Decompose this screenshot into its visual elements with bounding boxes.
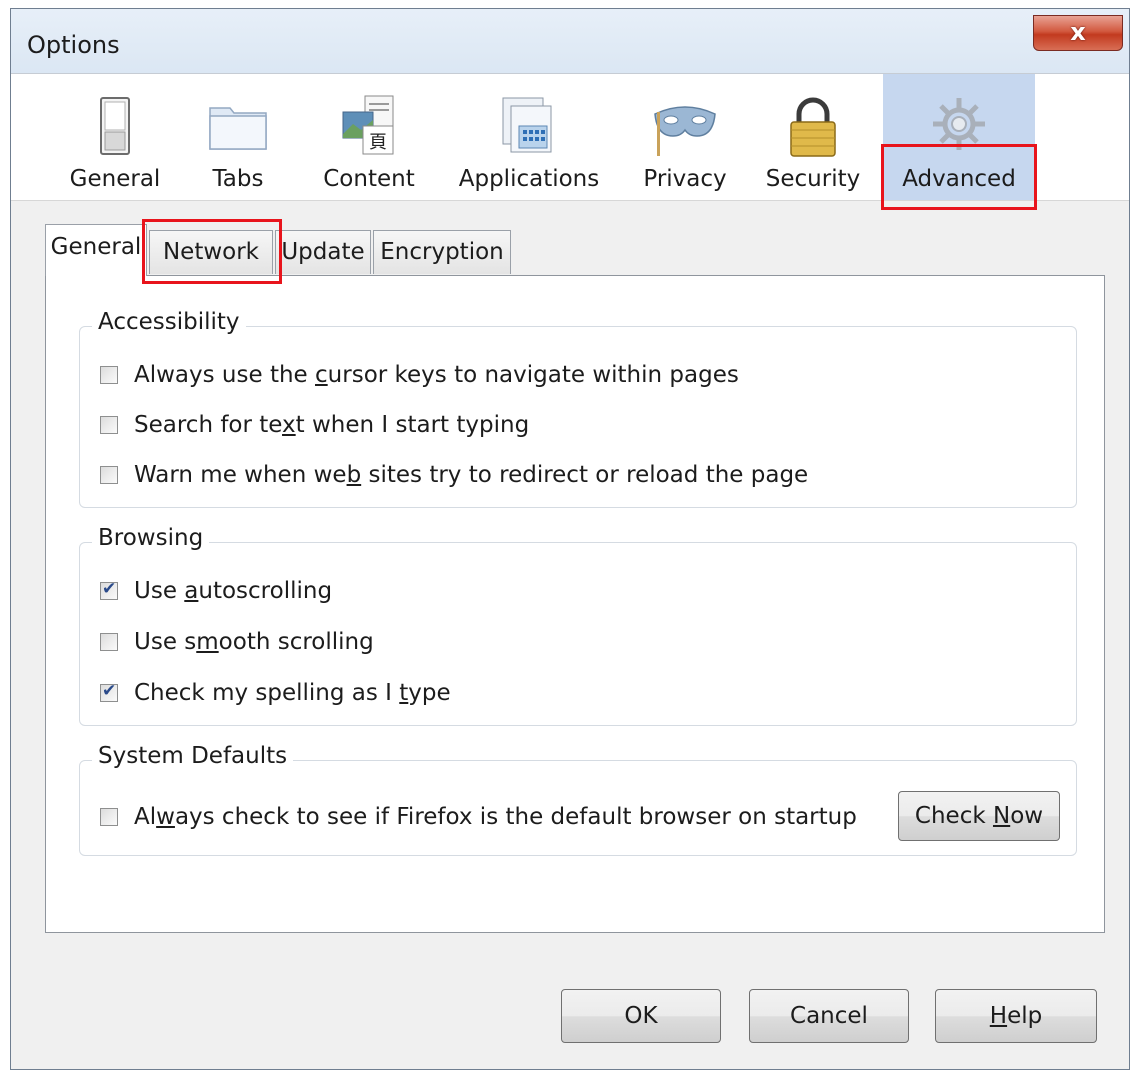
cursor-keys-checkbox[interactable] <box>100 366 118 384</box>
smooth-scrolling-label: Use smooth scrolling <box>134 629 374 655</box>
pane-privacy-label: Privacy <box>643 166 727 192</box>
accessibility-legend: Accessibility <box>92 309 246 335</box>
smooth-scrolling-checkbox[interactable] <box>100 633 118 651</box>
search-typing-checkbox[interactable] <box>100 416 118 434</box>
browsing-group: Browsing Use autoscrolling Use smooth sc… <box>79 525 1077 726</box>
pane-advanced-label: Advanced <box>902 166 1016 192</box>
accessibility-group: Accessibility Always use the cursor keys… <box>79 309 1077 508</box>
pane-advanced[interactable]: Advanced <box>883 74 1035 200</box>
system-defaults-legend: System Defaults <box>92 743 294 769</box>
smooth-scrolling-option[interactable]: Use smooth scrolling <box>100 626 374 658</box>
general-tab-panel: Accessibility Always use the cursor keys… <box>45 275 1105 933</box>
pane-tabs-label: Tabs <box>212 166 264 192</box>
cursor-keys-label: Always use the cursor keys to navigate w… <box>134 362 739 388</box>
close-button[interactable]: x <box>1033 15 1123 51</box>
subtab-update[interactable]: Update <box>275 230 371 274</box>
help-button[interactable]: Help <box>935 989 1097 1043</box>
window-title: Options <box>27 31 120 59</box>
subtab-network[interactable]: Network <box>149 230 273 274</box>
svg-text:頁: 頁 <box>369 132 387 153</box>
cursor-keys-option[interactable]: Always use the cursor keys to navigate w… <box>100 359 739 391</box>
pane-applications-label: Applications <box>458 166 600 192</box>
dialog-client-area: General Tabs 頁 Content Applications Priv… <box>11 73 1129 1069</box>
tabs-folder-icon <box>209 107 267 150</box>
subtab-network-label: Network <box>162 239 260 265</box>
autoscrolling-label: Use autoscrolling <box>134 578 333 604</box>
search-typing-label: Search for text when I start typing <box>134 412 530 438</box>
check-now-button[interactable]: Check Now <box>898 791 1060 841</box>
spellcheck-checkbox[interactable] <box>100 681 118 702</box>
system-defaults-group: System Defaults Always check to see if F… <box>79 743 1077 856</box>
pane-content-label: Content <box>323 166 415 192</box>
subtab-update-label: Update <box>281 239 365 265</box>
privacy-mask-icon <box>654 106 716 156</box>
ok-button[interactable]: OK <box>561 989 721 1043</box>
pane-security[interactable]: Security <box>757 74 869 200</box>
browsing-legend: Browsing <box>92 525 210 551</box>
pane-general[interactable]: General <box>59 74 171 200</box>
spellcheck-option[interactable]: Check my spelling as I type <box>100 677 451 709</box>
content-page-icon: 頁 <box>342 95 394 155</box>
autoscrolling-option[interactable]: Use autoscrolling <box>100 575 332 607</box>
subtab-encryption[interactable]: Encryption <box>373 230 511 274</box>
cancel-button[interactable]: Cancel <box>749 989 909 1043</box>
warn-redirect-label: Warn me when web sites try to redirect o… <box>134 462 809 488</box>
spellcheck-label: Check my spelling as I type <box>134 680 451 706</box>
warn-redirect-checkbox[interactable] <box>100 466 118 484</box>
warn-redirect-option[interactable]: Warn me when web sites try to redirect o… <box>100 459 808 491</box>
subtab-general[interactable]: General <box>45 224 147 276</box>
security-padlock-icon <box>790 97 836 157</box>
close-icon: x <box>1070 18 1086 46</box>
pane-security-label: Security <box>765 166 861 192</box>
pane-content[interactable]: 頁 Content <box>307 74 431 200</box>
subtab-general-label: General <box>50 234 142 260</box>
default-browser-label: Always check to see if Firefox is the de… <box>134 804 857 830</box>
pane-general-label: General <box>69 166 161 192</box>
pane-toolbar: General Tabs 頁 Content Applications Priv… <box>11 74 1129 201</box>
title-bar[interactable]: Options x <box>11 9 1129 73</box>
default-browser-option[interactable]: Always check to see if Firefox is the de… <box>100 801 857 833</box>
pane-tabs[interactable]: Tabs <box>185 74 291 200</box>
options-dialog: Options x General Tabs 頁 Content Applica… <box>10 8 1130 1070</box>
subtab-encryption-label: Encryption <box>380 239 504 265</box>
general-switch-icon <box>100 97 130 155</box>
applications-window-icon <box>502 97 552 153</box>
default-browser-checkbox[interactable] <box>100 808 118 826</box>
pane-privacy[interactable]: Privacy <box>631 74 739 200</box>
search-typing-option[interactable]: Search for text when I start typing <box>100 409 529 441</box>
pane-applications[interactable]: Applications <box>445 74 613 200</box>
advanced-gear-icon <box>933 98 985 150</box>
autoscrolling-checkbox[interactable] <box>100 579 118 600</box>
